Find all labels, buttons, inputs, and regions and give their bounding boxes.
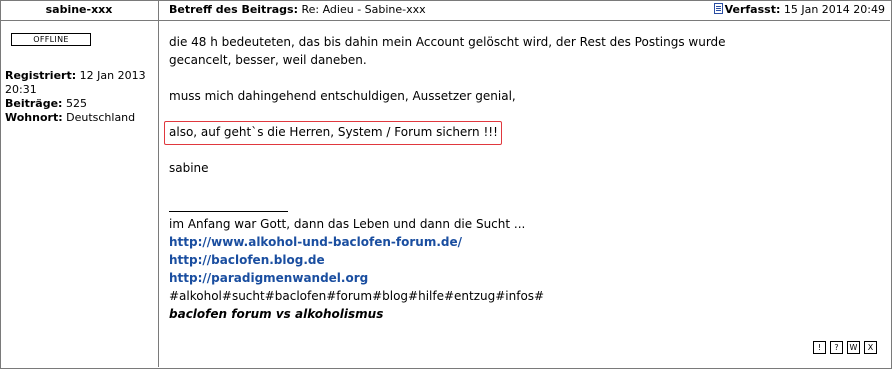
- posted-info: Verfasst: 15 Jan 2014 20:49: [713, 0, 885, 20]
- subject-label: Betreff des Beitrags:: [169, 3, 298, 16]
- author-name[interactable]: sabine-xxx: [0, 0, 158, 21]
- location-label: Wohnort:: [5, 111, 63, 124]
- report-button[interactable]: !: [813, 341, 826, 354]
- posted-label: Verfasst:: [724, 3, 781, 16]
- author-column: sabine-xxx OFFLINE Registriert: 12 Jan 2…: [0, 0, 159, 367]
- status-badge: OFFLINE: [11, 33, 91, 46]
- posts-value: 525: [65, 97, 87, 110]
- signature-link-blog[interactable]: http://baclofen.blog.de: [169, 251, 544, 269]
- location-value: Deutschland: [66, 111, 136, 124]
- signature-tagline: baclofen forum vs alkoholismus: [169, 307, 384, 321]
- post-body: die 48 h bedeuteten, das bis dahin mein …: [169, 33, 869, 177]
- posts-label: Beiträge:: [5, 97, 63, 110]
- signature-intro: im Anfang war Gott, dann das Leben und d…: [169, 217, 526, 231]
- signature-link-paradigm[interactable]: http://paradigmenwandel.org: [169, 269, 544, 287]
- post-icon[interactable]: [713, 3, 723, 14]
- signature-divider: [169, 211, 288, 212]
- posted-value: 15 Jan 2014 20:49: [783, 3, 885, 16]
- warn-button[interactable]: W: [847, 341, 860, 354]
- post-line: gecancelt, besser, weil daneben.: [169, 53, 367, 67]
- registered-row: Registriert: 12 Jan 2013 20:31: [5, 69, 155, 97]
- posts-row: Beiträge: 525: [5, 97, 155, 111]
- registered-label: Registriert:: [5, 69, 77, 82]
- author-info: Registriert: 12 Jan 2013 20:31 Beiträge:…: [5, 69, 155, 125]
- delete-button[interactable]: X: [864, 341, 877, 354]
- signature-link-forum[interactable]: http://www.alkohol-und-baclofen-forum.de…: [169, 233, 544, 251]
- post-actions: !? W X: [813, 340, 881, 354]
- post-line: sabine: [169, 161, 209, 175]
- post-header: Betreff des Beitrags: Re: Adieu - Sabine…: [159, 0, 890, 21]
- info-button[interactable]: ?: [830, 341, 843, 354]
- signature: im Anfang war Gott, dann das Leben und d…: [169, 215, 544, 323]
- signature-tags: #alkohol#sucht#baclofen#forum#blog#hilfe…: [169, 289, 545, 303]
- subject-value: Re: Adieu - Sabine-xxx: [301, 3, 426, 16]
- post-line: die 48 h bedeuteten, das bis dahin mein …: [169, 35, 726, 49]
- post-line: muss mich dahingehend entschuldigen, Aus…: [169, 89, 516, 103]
- highlight-box: [164, 121, 502, 145]
- location-row: Wohnort: Deutschland: [5, 111, 155, 125]
- subject: Betreff des Beitrags: Re: Adieu - Sabine…: [169, 0, 426, 20]
